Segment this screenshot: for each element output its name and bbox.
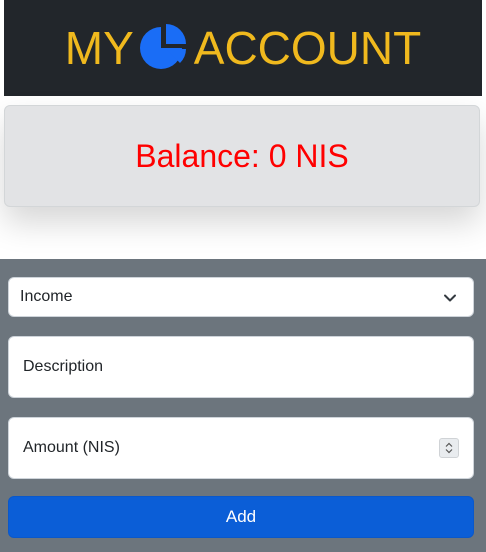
chevron-down-icon: [444, 294, 456, 302]
amount-placeholder: Amount (NIS): [23, 439, 120, 456]
logo-text-my: MY: [64, 22, 134, 74]
balance-display: Balance: 0 NIS: [135, 138, 348, 175]
balance-card: Balance: 0 NIS: [4, 105, 480, 207]
description-placeholder: Description: [23, 358, 104, 375]
app-header: MY ACCOUNT: [4, 0, 482, 96]
app-logo: MY ACCOUNT: [65, 20, 421, 76]
pie-chart-icon: [139, 24, 186, 69]
balance-amount: 0: [268, 137, 287, 174]
description-input[interactable]: Description: [8, 336, 474, 398]
logo-text-account: ACCOUNT: [193, 22, 422, 74]
balance-currency: NIS: [295, 137, 349, 174]
spinner-arrows-icon: [445, 442, 453, 454]
balance-label: Balance:: [135, 137, 260, 174]
number-spinner[interactable]: [439, 438, 459, 458]
amount-input[interactable]: Amount (NIS): [8, 417, 474, 479]
transaction-type-value: Income: [20, 288, 73, 305]
add-button[interactable]: Add: [8, 496, 474, 538]
transaction-form: Income Description Amount (NIS) Add: [0, 259, 486, 552]
transaction-type-select[interactable]: Income: [8, 277, 474, 317]
